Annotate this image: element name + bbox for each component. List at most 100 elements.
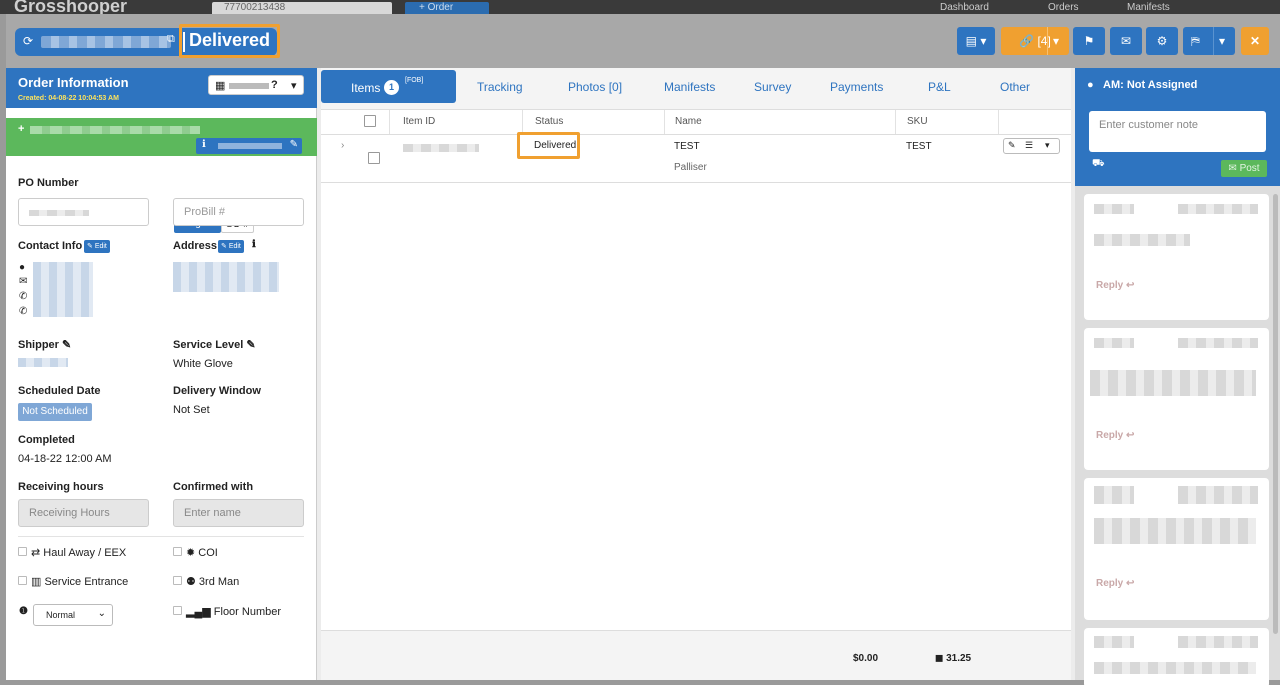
row-name: TEST bbox=[674, 141, 700, 152]
address-label: Address bbox=[173, 240, 218, 252]
email-button[interactable]: ✉ bbox=[1110, 27, 1142, 55]
order-number-redacted bbox=[41, 36, 171, 48]
reply-button[interactable]: Reply ↩ bbox=[1096, 280, 1134, 291]
header-name: Name bbox=[675, 116, 702, 127]
header-status: Status bbox=[535, 116, 564, 127]
list-icon[interactable]: ☰ bbox=[1025, 140, 1033, 151]
tab-survey[interactable]: Survey bbox=[754, 80, 791, 94]
reply-button[interactable]: Reply ↩ bbox=[1096, 578, 1134, 589]
header-divider bbox=[321, 134, 1071, 135]
tab-payments[interactable]: Payments bbox=[830, 80, 883, 94]
close-button[interactable]: ✕ bbox=[1241, 27, 1269, 55]
haul-away-checkbox[interactable] bbox=[18, 547, 27, 556]
receiving-hours-label: Receiving hours bbox=[18, 481, 104, 493]
coi-label: ✹ COI bbox=[186, 547, 218, 559]
floor-number-checkbox[interactable] bbox=[173, 606, 182, 615]
coi-checkbox[interactable] bbox=[173, 547, 182, 556]
haul-away-label: ⇄ Haul Away / EEX bbox=[31, 547, 127, 559]
document-menu-button[interactable]: ▤ ▾ bbox=[957, 27, 995, 55]
links-count: [4] bbox=[1037, 34, 1051, 48]
calculator-icon: ▦ bbox=[215, 80, 226, 92]
service-entrance-label: ▥ Service Entrance bbox=[31, 576, 129, 588]
info-icon: ℹ bbox=[202, 139, 206, 150]
column-separator bbox=[389, 110, 390, 134]
row-actions[interactable]: ✎ ☰ ▾ bbox=[1003, 138, 1060, 154]
settings-button[interactable]: ⚙ bbox=[1146, 27, 1178, 55]
post-button[interactable]: ✉ Post bbox=[1221, 160, 1267, 177]
alert-icon: ❶ bbox=[19, 606, 28, 617]
customer-name-redacted bbox=[30, 126, 200, 134]
save-flag-button[interactable]: ⛿ ▾ bbox=[1183, 27, 1235, 55]
row-checkbox[interactable] bbox=[368, 152, 380, 164]
account-manager-bar: ● AM: Not Assigned bbox=[1075, 68, 1280, 102]
priority-select[interactable]: Normal ⌄ bbox=[33, 604, 113, 626]
select-all-checkbox[interactable] bbox=[364, 115, 376, 127]
calculator-dropdown[interactable]: ▦ ? ▾ bbox=[208, 75, 304, 95]
background-order-button: + Order bbox=[405, 2, 489, 14]
column-separator bbox=[664, 110, 665, 134]
customer-note-input[interactable]: Enter customer note bbox=[1089, 111, 1266, 152]
truck-icon: ⛟ bbox=[1092, 158, 1105, 169]
chevron-down-icon[interactable]: ▾ bbox=[1045, 140, 1050, 151]
column-separator bbox=[998, 110, 999, 134]
link-icon: 🔗 bbox=[1019, 34, 1035, 48]
delivery-window-value: Not Set bbox=[173, 404, 210, 416]
confirmed-with-input[interactable]: Enter name bbox=[173, 499, 304, 527]
item-id-redacted bbox=[403, 144, 479, 152]
flag-button[interactable]: ⚑ bbox=[1073, 27, 1105, 55]
tab-pl[interactable]: P&L bbox=[928, 80, 951, 94]
account-chip[interactable]: ℹ ✎ bbox=[196, 138, 302, 154]
plus-icon[interactable]: + bbox=[18, 123, 24, 135]
phone-icon: ✆ bbox=[19, 291, 28, 302]
tab-items-label: Items bbox=[351, 81, 381, 95]
account-redacted bbox=[218, 143, 282, 149]
order-info-title: Order Information bbox=[18, 75, 129, 90]
column-separator bbox=[895, 110, 896, 134]
envelope-icon: ✉ bbox=[1120, 34, 1132, 48]
notes-scrollbar[interactable] bbox=[1273, 194, 1278, 634]
contact-edit-button[interactable]: ✎ Edit bbox=[84, 240, 110, 253]
status-highlight-box bbox=[517, 132, 580, 159]
modal-header: ⟳ ⧉ Delivered ▤ ▾ 🔗 [4] ▾ ⚑ ✉ ⚙ ⛿ ▾ ✕ bbox=[6, 14, 1280, 68]
customer-bar: + ℹ ✎ bbox=[6, 118, 317, 156]
third-man-checkbox[interactable] bbox=[173, 576, 182, 585]
note-author-redacted bbox=[1094, 338, 1134, 348]
header-item-id: Item ID bbox=[403, 116, 436, 127]
cube-icon: ◼ bbox=[935, 653, 944, 664]
note-date-redacted bbox=[1178, 486, 1258, 504]
background-logo: Grosshooper bbox=[14, 0, 128, 14]
service-entrance-checkbox[interactable] bbox=[18, 576, 27, 585]
third-man-label: ⚉ 3rd Man bbox=[186, 576, 240, 588]
note-card bbox=[1084, 628, 1269, 685]
address-edit-button[interactable]: ✎ Edit bbox=[218, 240, 244, 253]
note-author-redacted bbox=[1094, 636, 1134, 648]
links-button[interactable]: 🔗 [4] ▾ bbox=[1001, 27, 1069, 55]
completed-value: 04-18-22 12:00 AM bbox=[18, 453, 112, 465]
shipper-redacted bbox=[18, 358, 68, 367]
po-number-input[interactable] bbox=[18, 198, 149, 226]
tab-manifests[interactable]: Manifests bbox=[664, 80, 715, 94]
tab-tracking[interactable]: Tracking bbox=[477, 80, 523, 94]
chevron-right-icon[interactable]: › bbox=[341, 140, 344, 151]
scheduled-date-badge[interactable]: Not Scheduled bbox=[18, 403, 92, 421]
document-icon: ▤ bbox=[965, 34, 977, 48]
service-level-label: Service Level ✎ bbox=[173, 339, 256, 351]
reply-button[interactable]: Reply ↩ bbox=[1096, 430, 1134, 441]
refresh-icon[interactable]: ⟳ bbox=[23, 34, 33, 48]
note-card: Reply ↩ bbox=[1084, 194, 1269, 320]
receiving-hours-input[interactable]: Receiving Hours bbox=[18, 499, 149, 527]
note-date-redacted bbox=[1178, 204, 1258, 214]
background-app-bar: Grosshooper 77700213438 + Order Dashboar… bbox=[0, 0, 1280, 14]
table-footer: $0.00 ◼ 31.25 bbox=[321, 630, 1071, 680]
edit-icon[interactable]: ✎ bbox=[1008, 140, 1016, 151]
background-nav-orders: Orders bbox=[1048, 2, 1079, 13]
info-icon: ℹ bbox=[252, 239, 256, 250]
note-text-redacted bbox=[1094, 234, 1190, 246]
created-timestamp: Created: 04-08-22 10:04:53 AM bbox=[18, 95, 119, 102]
tab-other[interactable]: Other bbox=[1000, 80, 1030, 94]
tab-items[interactable]: Items 1 [FOB] bbox=[321, 70, 456, 103]
chevron-down-icon: ▾ bbox=[1053, 34, 1060, 48]
copy-icon[interactable]: ⧉ bbox=[167, 33, 175, 46]
probill-input[interactable]: ProBill # bbox=[173, 198, 304, 226]
tab-photos[interactable]: Photos [0] bbox=[568, 80, 622, 94]
